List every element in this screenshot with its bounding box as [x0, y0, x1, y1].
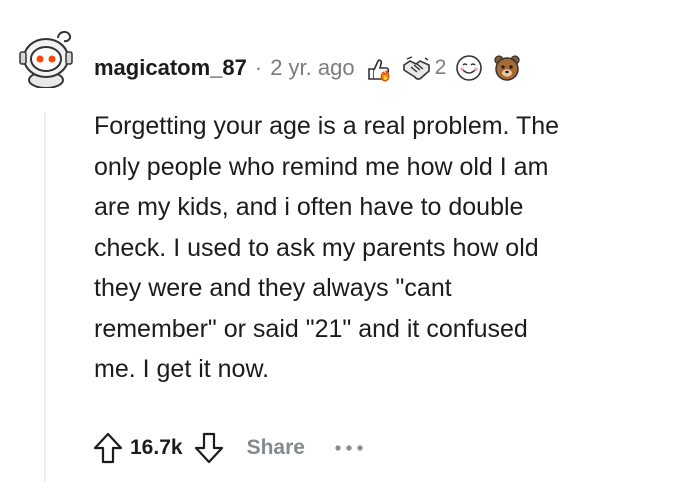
award-bear[interactable]: [492, 53, 522, 83]
comment-header: magicatom_87 · 2 yr. ago 2: [94, 50, 522, 86]
comment-body: Forgetting your age is a real problem. T…: [94, 106, 684, 390]
comment-actions: 16.7k Share: [90, 426, 367, 470]
meta-separator: ·: [254, 55, 263, 80]
award-count: 2: [434, 56, 447, 79]
user-avatar[interactable]: [18, 28, 74, 89]
award-thumbs-up-fire[interactable]: [363, 53, 393, 83]
vote-score: 16.7k: [130, 436, 183, 459]
comment-text-line: only people who remind me how old I am: [94, 152, 549, 181]
thread-line[interactable]: [44, 112, 46, 482]
username[interactable]: magicatom_87: [94, 55, 247, 81]
upvote-button[interactable]: [90, 428, 126, 468]
downvote-arrow-icon: [194, 432, 223, 464]
upvote-arrow-icon: [93, 432, 123, 464]
handshake-award-icon: [402, 56, 430, 80]
share-button[interactable]: Share: [247, 436, 305, 460]
bear-award-icon: [494, 55, 520, 81]
timestamp[interactable]: 2 yr. ago: [270, 55, 354, 81]
more-options-icon: [335, 445, 363, 451]
smiling-face-award-icon: [456, 55, 483, 81]
comment-text-line: me. I get it now.: [94, 355, 270, 383]
thumbs-up-fire-award-icon: [367, 59, 389, 82]
downvote-button[interactable]: [191, 428, 227, 468]
astronaut-avatar-icon: [19, 30, 73, 89]
comment-text-line: Forgetting your age is a real problem. T…: [94, 112, 560, 140]
comment-text-line: check. I used to ask my parents how old: [94, 233, 539, 262]
more-options-button[interactable]: [331, 433, 367, 463]
comment-text-line: are my kids, and i often have to double: [94, 193, 524, 221]
comment: magicatom_87 · 2 yr. ago 2 Forgetting yo…: [0, 0, 700, 491]
comment-text-line: remember" or said "21" and it confused: [94, 314, 528, 343]
comment-text-line: they were and they always "cant: [94, 274, 452, 302]
award-handshake[interactable]: 2: [401, 53, 447, 83]
award-smiling-face[interactable]: [454, 53, 484, 83]
